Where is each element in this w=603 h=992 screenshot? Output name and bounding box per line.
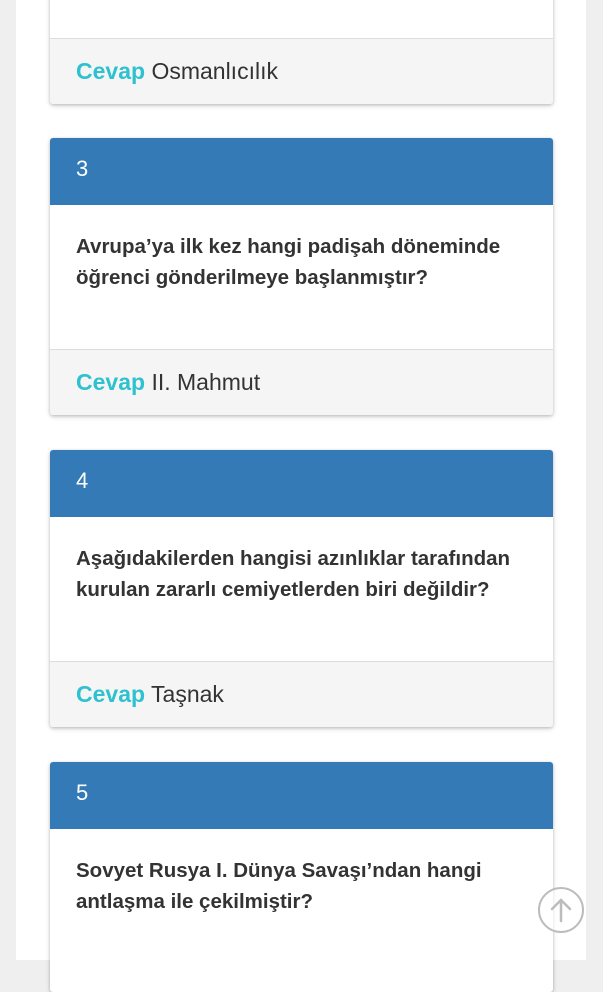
question-number-header: 3: [50, 138, 553, 205]
question-text: Aşağıdakilerden hangisi azınlıklar taraf…: [76, 547, 511, 601]
answer-label: Cevap: [76, 681, 146, 707]
answer-footer-2: Cevap Osmanlıcılık: [50, 38, 553, 104]
question-number-header: 5: [50, 762, 553, 829]
question-card-2: Cevap Osmanlıcılık: [50, 0, 553, 104]
answer-value: Osmanlıcılık: [151, 58, 278, 84]
question-text: Avrupa’ya ilk kez hangi padişah dönemind…: [76, 235, 501, 289]
answer-value: Taşnak: [151, 681, 224, 707]
question-card-5: 5 Sovyet Rusya I. Dünya Savaşı’ndan hang…: [50, 762, 553, 992]
question-body-2: [50, 0, 553, 38]
question-card-3: 3 Avrupa’ya ilk kez hangi padişah dönemi…: [50, 138, 553, 415]
answer-footer: Cevap Taşnak: [50, 661, 553, 727]
answer-label: Cevap: [76, 58, 146, 84]
answer-value: II. Mahmut: [151, 369, 261, 395]
answer-footer: Cevap II. Mahmut: [50, 349, 553, 415]
answer-label: Cevap: [76, 369, 146, 395]
scroll-to-top-button[interactable]: [538, 887, 584, 933]
question-text: Sovyet Rusya I. Dünya Savaşı’ndan hangi …: [76, 859, 482, 913]
question-card-4: 4 Aşağıdakilerden hangisi azınlıklar tar…: [50, 450, 553, 727]
arrow-up-circle-icon: [550, 898, 572, 923]
question-number-header: 4: [50, 450, 553, 517]
